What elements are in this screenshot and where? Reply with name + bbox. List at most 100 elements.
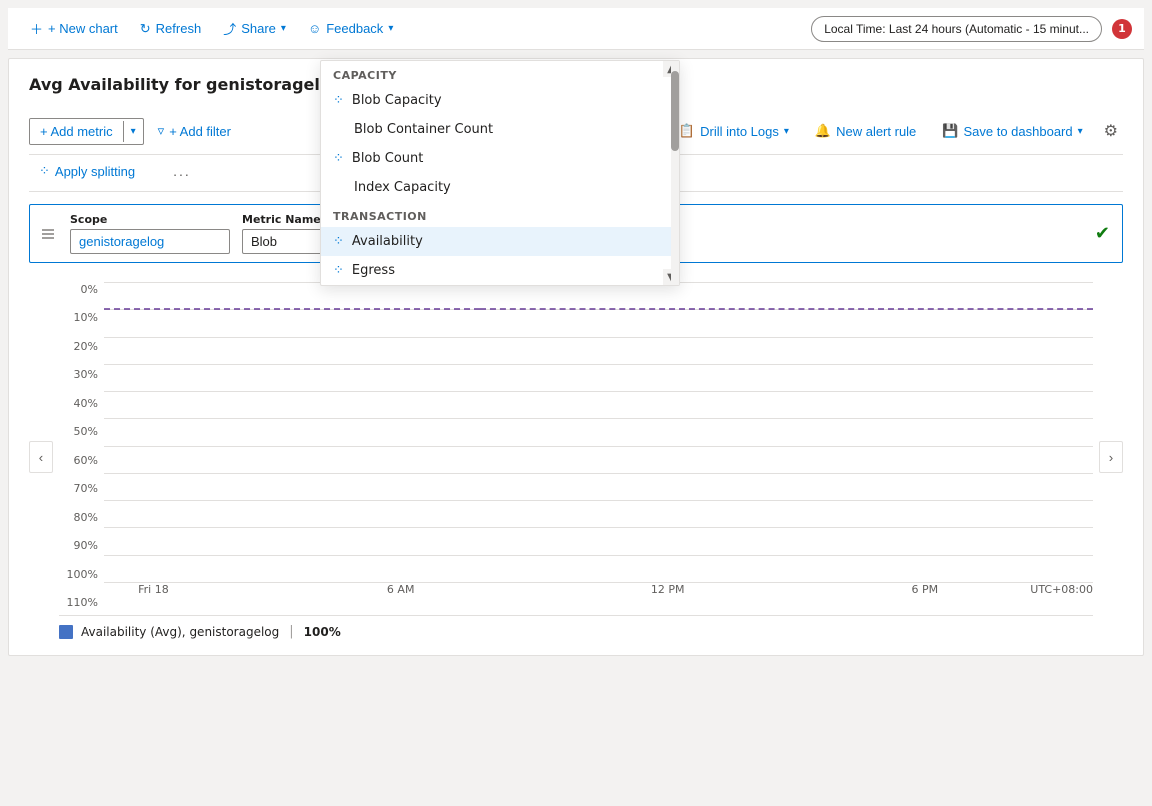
scope-group: Scope bbox=[70, 213, 230, 254]
save-to-dashboard-button[interactable]: 💾 Save to dashboard ▾ bbox=[932, 118, 1092, 144]
refresh-icon: ↻ bbox=[140, 21, 151, 37]
scope-input[interactable] bbox=[70, 229, 230, 254]
index-capacity-label: Index Capacity bbox=[354, 180, 451, 195]
chart-legend: Availability (Avg), genistoragelog | 100… bbox=[59, 615, 1093, 639]
egress-item[interactable]: ⁘ Egress bbox=[321, 256, 679, 285]
blob-container-count-label: Blob Container Count bbox=[354, 122, 493, 137]
drill-icon: 📋 bbox=[679, 123, 695, 139]
legend-label: Availability (Avg), genistoragelog bbox=[81, 625, 279, 639]
y-label: 60% bbox=[74, 454, 98, 467]
row-handle[interactable] bbox=[42, 229, 54, 239]
availability-item[interactable]: ⁘ Availability bbox=[321, 227, 679, 256]
notification-badge: 1 bbox=[1112, 19, 1132, 39]
x-label-6pm: 6 PM bbox=[912, 583, 939, 596]
apply-splitting-label: Apply splitting bbox=[55, 164, 135, 179]
refresh-label: Refresh bbox=[156, 21, 202, 36]
blob-capacity-icon: ⁘ bbox=[333, 93, 344, 108]
feedback-button[interactable]: ☺ Feedback ▾ bbox=[298, 16, 403, 41]
egress-label: Egress bbox=[352, 263, 395, 278]
dropdown-scrollbar bbox=[671, 61, 679, 285]
capacity-category-label: CAPACITY bbox=[321, 61, 679, 86]
utc-label: UTC+08:00 bbox=[1030, 583, 1093, 596]
add-metric-label: + Add metric bbox=[40, 124, 113, 139]
y-label: 10% bbox=[74, 311, 98, 324]
blob-count-icon: ⁘ bbox=[333, 151, 344, 166]
feedback-label: Feedback bbox=[326, 21, 383, 36]
y-label: 0% bbox=[81, 283, 98, 296]
add-filter-button[interactable]: ▿ + Add filter bbox=[148, 118, 241, 144]
index-capacity-item[interactable]: Index Capacity bbox=[321, 173, 679, 202]
grid-line bbox=[104, 337, 1093, 338]
dropdown-scrollbar-thumb[interactable] bbox=[671, 71, 679, 151]
grid-lines bbox=[104, 283, 1093, 583]
x-label-fri18: Fri 18 bbox=[138, 583, 169, 596]
availability-label: Availability bbox=[352, 234, 423, 249]
grid-line bbox=[104, 391, 1093, 392]
card-title: Avg Availability for genistoragelog bbox=[29, 75, 342, 94]
blob-capacity-item[interactable]: ⁘ Blob Capacity bbox=[321, 86, 679, 115]
egress-icon: ⁘ bbox=[333, 263, 344, 278]
alert-label: New alert rule bbox=[836, 124, 916, 139]
add-metric-button[interactable]: + Add metric bbox=[30, 119, 123, 144]
y-label: 70% bbox=[74, 482, 98, 495]
refresh-button[interactable]: ↻ Refresh bbox=[130, 16, 211, 42]
save-label: Save to dashboard bbox=[963, 124, 1072, 139]
grid-line bbox=[104, 555, 1093, 556]
grid-line bbox=[104, 418, 1093, 419]
grid-line bbox=[104, 446, 1093, 447]
row-confirm-icon[interactable]: ✔ bbox=[1095, 223, 1110, 244]
chart-inner: 110% 100% 90% 80% 70% 60% 50% 40% 30% 20… bbox=[59, 283, 1093, 639]
share-button[interactable]: ⤴ Share ▾ bbox=[213, 14, 296, 43]
metric-dropdown-panel: ▲ CAPACITY ⁘ Blob Capacity Blob Containe… bbox=[320, 60, 680, 286]
scope-label: Scope bbox=[70, 213, 230, 226]
x-label-12pm: 12 PM bbox=[651, 583, 685, 596]
time-selector-label: Local Time: Last 24 hours (Automatic - 1… bbox=[824, 22, 1089, 36]
grid-line bbox=[104, 473, 1093, 474]
y-label: 100% bbox=[67, 568, 98, 581]
blob-count-label: Blob Count bbox=[352, 151, 423, 166]
apply-splitting-button[interactable]: ⁘ Apply splitting bbox=[29, 159, 145, 183]
legend-separator: | bbox=[289, 624, 293, 639]
blob-container-count-item[interactable]: Blob Container Count bbox=[321, 115, 679, 144]
share-chevron-icon: ▾ bbox=[281, 23, 286, 34]
legend-color-swatch bbox=[59, 625, 73, 639]
grid-line bbox=[104, 527, 1093, 528]
add-filter-label: + Add filter bbox=[169, 124, 231, 139]
y-label: 50% bbox=[74, 425, 98, 438]
add-metric-dropdown-button[interactable]: ▾ bbox=[123, 121, 143, 142]
transaction-category-label: TRANSACTION bbox=[321, 202, 679, 227]
x-axis: Fri 18 6 AM 12 PM 6 PM UTC+08:00 bbox=[104, 583, 1093, 607]
time-selector-button[interactable]: Local Time: Last 24 hours (Automatic - 1… bbox=[811, 16, 1102, 42]
legend-value: 100% bbox=[304, 625, 341, 639]
top-toolbar: ＋ + New chart ↻ Refresh ⤴ Share ▾ ☺ Feed… bbox=[8, 8, 1144, 50]
grid-line bbox=[104, 500, 1093, 501]
drill-chevron-icon: ▾ bbox=[784, 126, 789, 137]
chart-nav-left-button[interactable]: ‹ bbox=[29, 441, 53, 473]
add-metric-split-button: + Add metric ▾ bbox=[29, 118, 144, 145]
alert-icon: 🔔 bbox=[815, 123, 831, 139]
drill-label: Drill into Logs bbox=[700, 124, 779, 139]
chevron-right-icon: › bbox=[1109, 450, 1113, 465]
share-label: Share bbox=[241, 21, 276, 36]
plus-icon: ＋ bbox=[30, 19, 43, 38]
chart-area: ‹ › 110% 100% 90% 80% 70% 60% 50% 40% 30… bbox=[29, 275, 1123, 639]
share-icon: ⤴ bbox=[223, 19, 236, 38]
settings-button[interactable]: ⚙ bbox=[1099, 116, 1123, 146]
blob-count-item[interactable]: ⁘ Blob Count bbox=[321, 144, 679, 173]
drill-into-logs-button[interactable]: 📋 Drill into Logs ▾ bbox=[669, 118, 799, 144]
y-label: 40% bbox=[74, 397, 98, 410]
availability-icon: ⁘ bbox=[333, 234, 344, 249]
feedback-chevron-icon: ▾ bbox=[388, 23, 393, 34]
filter-icon: ▿ bbox=[158, 123, 165, 139]
more-button[interactable]: ... bbox=[165, 159, 199, 183]
y-label: 80% bbox=[74, 511, 98, 524]
more-icon: ... bbox=[173, 163, 191, 179]
chart-nav-right-button[interactable]: › bbox=[1099, 441, 1123, 473]
new-chart-button[interactable]: ＋ + New chart bbox=[20, 14, 128, 43]
y-label: 20% bbox=[74, 340, 98, 353]
chevron-left-icon: ‹ bbox=[39, 450, 43, 465]
save-chevron-icon: ▾ bbox=[1078, 126, 1083, 137]
new-alert-rule-button[interactable]: 🔔 New alert rule bbox=[805, 118, 926, 144]
grid-line bbox=[104, 364, 1093, 365]
new-chart-label: + New chart bbox=[48, 21, 118, 36]
